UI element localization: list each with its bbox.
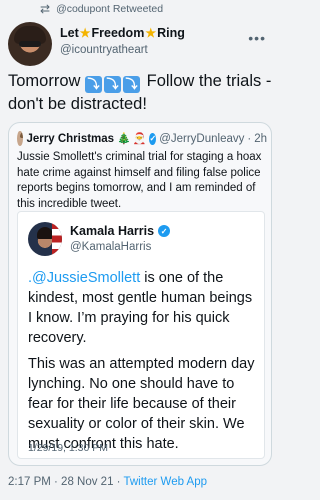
- author-name-part3: Ring: [157, 26, 185, 40]
- retweet-icon: ⇄: [40, 2, 51, 16]
- tweet-text: Tomorrow ⤵ ⤵ ⤵ Follow the trials - don't b…: [8, 70, 274, 115]
- embedded-tweet-image: Kamala Harris ✓ @KamalaHarris .@JussieSm…: [17, 211, 265, 459]
- santa-icon: 🎅: [132, 133, 147, 145]
- embedded-timestamp: 1/29/19, 1:30 PM: [28, 442, 108, 454]
- avatar-glasses: [19, 41, 41, 47]
- mention-link: .@JussieSmollett: [28, 270, 141, 286]
- retweet-label: @codupont Retweeted: [56, 3, 164, 15]
- embedded-tweet-text: .@JussieSmollett is one of the kindest, …: [28, 268, 260, 454]
- christmas-tree-icon: 🎄: [117, 133, 131, 145]
- flag-icon: [52, 222, 62, 256]
- down-arrow-icon: ⤵: [85, 75, 103, 93]
- embedded-author-avatar: [28, 222, 62, 256]
- retweet-header: ⇄ @codupont Retweeted: [0, 0, 280, 18]
- author-avatar[interactable]: [8, 22, 52, 66]
- tweet-text-start: Tomorrow: [8, 72, 81, 90]
- embedded-paragraph-1: .@JussieSmollett is one of the kindest, …: [28, 268, 260, 348]
- quoted-tweet-header: Jerry Christmas 🎄 🎅 ✓ @JerryDunleavy · 2…: [17, 131, 267, 146]
- verified-badge-icon: ✓: [149, 132, 157, 145]
- star-icon: ★: [145, 26, 157, 40]
- embedded-paragraph-2: This was an attempted modern day lynchin…: [28, 356, 255, 452]
- quoted-author-handle: @JerryDunleavy: [159, 132, 245, 145]
- down-arrow-icon: ⤵: [104, 75, 122, 93]
- avatar-hair: [37, 227, 53, 239]
- author-name-part2: Freedom: [91, 26, 145, 40]
- quoted-author-name: Jerry Christmas: [26, 132, 115, 145]
- quoted-tweet-card[interactable]: Jerry Christmas 🎄 🎅 ✓ @JerryDunleavy · 2…: [8, 122, 272, 466]
- author-handle[interactable]: @icountryatheart: [60, 44, 148, 56]
- down-arrow-icon: ⤵: [123, 75, 141, 93]
- separator-dot: ·: [247, 132, 252, 145]
- more-options-icon[interactable]: •••: [248, 30, 266, 46]
- quoted-tweet-age: 2h: [254, 132, 267, 145]
- embedded-author-name: Kamala Harris ✓: [70, 224, 173, 238]
- verified-badge-icon: ✓: [158, 225, 171, 237]
- author-name-part1: Let: [60, 26, 79, 40]
- star-icon: ★: [79, 26, 91, 40]
- quoted-author-avatar: [17, 131, 23, 146]
- quoted-tweet-text: Jussie Smollett's criminal trial for sta…: [17, 151, 262, 210]
- tweet-timestamp[interactable]: 2:17 PM · 28 Nov 21 ·: [8, 476, 123, 488]
- embedded-author-handle: @KamalaHarris: [70, 241, 152, 253]
- source-app-link[interactable]: Twitter Web App: [123, 476, 207, 488]
- embedded-author-name-text: Kamala Harris: [70, 224, 155, 238]
- tweet-meta: 2:17 PM · 28 Nov 21 · Twitter Web App: [8, 476, 207, 488]
- author-display-name[interactable]: Let ★ Freedom ★ Ring: [60, 26, 185, 40]
